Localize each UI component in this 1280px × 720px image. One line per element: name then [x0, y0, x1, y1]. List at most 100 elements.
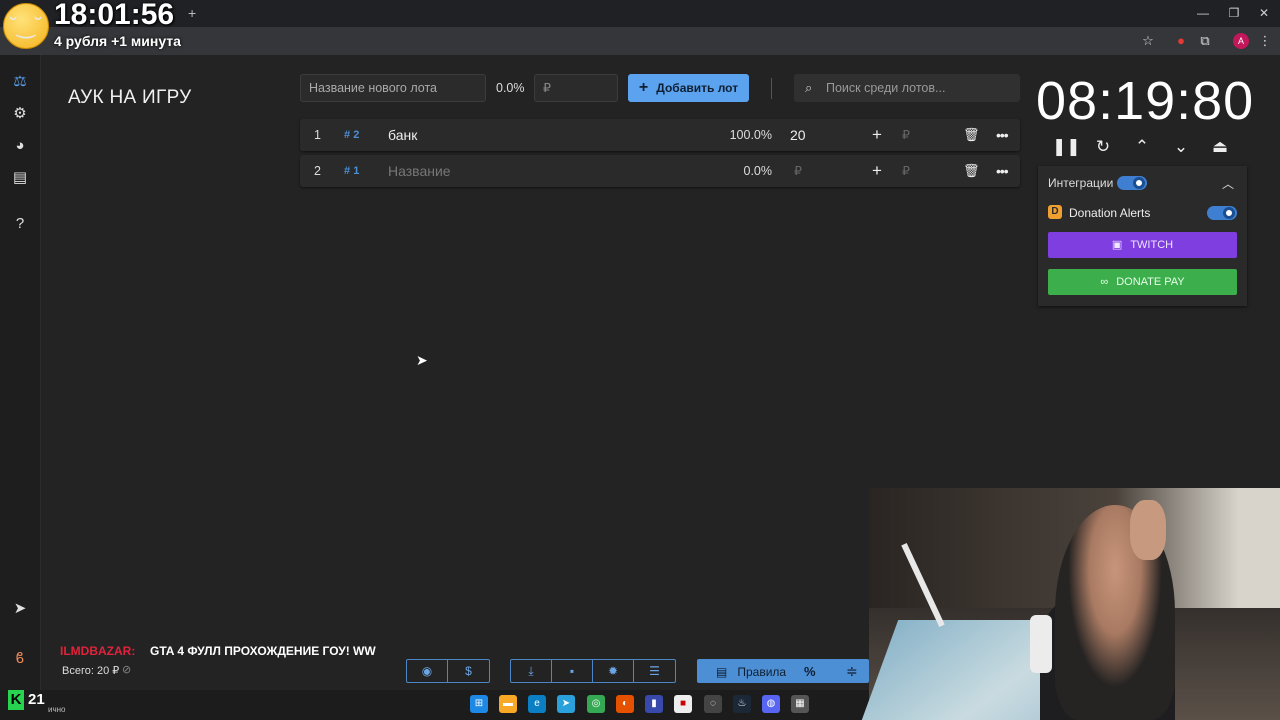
lot-search-input[interactable]: Поиск среди лотов... — [794, 74, 1020, 102]
extra-amount-input[interactable]: ₽ — [902, 155, 910, 187]
donation-alerts-icon: D — [1048, 205, 1062, 219]
donate-pay-label: DONATE PAY — [1116, 276, 1185, 288]
lot-name[interactable]: Название — [388, 155, 451, 187]
reset-icon[interactable]: ↻ — [1091, 137, 1115, 157]
stats-icon[interactable]: ▮ — [645, 695, 663, 713]
total-amount: Всего: 20 ₽ — [62, 665, 120, 677]
integrations-title: Интеграции — [1048, 176, 1114, 190]
obs-icon[interactable]: ◌ — [704, 695, 722, 713]
extensions-puzzle-icon[interactable]: ⧉ — [1196, 33, 1214, 49]
chrome-icon[interactable]: ◎ — [587, 695, 605, 713]
download-icon[interactable]: ⤓ — [511, 660, 552, 682]
calculator-icon[interactable]: ▦ — [791, 695, 809, 713]
extension-icon[interactable]: ● — [1172, 33, 1190, 49]
delete-icon[interactable]: 🗑 — [963, 155, 980, 187]
kick-logo: K — [8, 690, 24, 710]
bookmark-star-icon[interactable]: ☆ — [1139, 33, 1157, 49]
divider — [771, 78, 772, 99]
integrations-toggle[interactable] — [1117, 176, 1147, 190]
lot-row[interactable]: 1 # 2 банк 100.0% 20 + ₽ 🗑 ••• — [300, 119, 1020, 151]
edge-icon[interactable]: e — [528, 695, 546, 713]
restore-button[interactable]: ❐ — [1219, 4, 1249, 22]
overlay-subtitle: 4 рубля +1 минута — [54, 33, 181, 49]
boosty-icon[interactable]: ϐ — [8, 648, 32, 670]
collapse-chevron-icon[interactable]: ︿ — [1222, 175, 1234, 192]
percent-button[interactable]: % — [804, 664, 816, 679]
lot-amount: 20 — [790, 127, 806, 143]
donation-alerts-toggle[interactable] — [1207, 206, 1237, 220]
rules-label: ▤ Правила — [716, 665, 787, 679]
steam-icon[interactable]: ♨ — [733, 695, 751, 713]
search-icon: ⌕ — [805, 80, 813, 95]
new-lot-amount-input[interactable]: ₽ — [534, 74, 618, 102]
kick-subtext: ично — [48, 705, 66, 714]
minimize-button[interactable]: — — [1188, 4, 1218, 22]
file-explorer-icon[interactable]: ▬ — [499, 695, 517, 713]
donation-alerts-label: Donation Alerts — [1069, 206, 1151, 220]
recorder-icon[interactable]: ■ — [674, 695, 692, 713]
clear-list-icon[interactable]: ☰ — [634, 660, 675, 682]
decrease-time-icon[interactable]: ⌄ — [1169, 137, 1193, 157]
help-icon[interactable]: ? — [8, 213, 32, 235]
emoji-face-icon: ˘‿˘ — [3, 3, 49, 49]
lot-name[interactable]: банк — [388, 119, 417, 151]
mouse-cursor-icon: ➤ — [416, 352, 428, 368]
lot-percent: 100.0% — [729, 128, 772, 142]
pie-chart-icon[interactable]: ◕ — [8, 135, 32, 157]
browser-menu-icon[interactable]: ⋮ — [1256, 33, 1274, 49]
chat-message: GTA 4 ФУЛЛ ПРОХОЖДЕНИЕ ГОУ! WW — [150, 644, 376, 658]
eject-icon[interactable]: ⏏ — [1208, 137, 1232, 157]
dollar-icon[interactable]: $ — [448, 660, 489, 682]
twitch-button[interactable]: ▣ TWITCH — [1048, 232, 1237, 258]
hash-icon: # — [344, 129, 351, 141]
hide-eye-icon[interactable]: ⊘ — [122, 663, 131, 676]
file-actions-group: ⤓ ▪ ✹ ☰ — [510, 659, 676, 683]
twitch-icon: ▣ — [1111, 239, 1123, 251]
telegram-taskbar-icon[interactable]: ➤ — [557, 695, 575, 713]
bug-icon[interactable]: ✹ — [593, 660, 634, 682]
split-icon[interactable]: ≑ — [846, 663, 858, 680]
address-bar[interactable] — [0, 27, 1280, 55]
more-options-icon[interactable]: ••• — [996, 155, 1009, 187]
toggle-knob — [1223, 207, 1235, 219]
discord-icon[interactable]: ◍ — [762, 695, 780, 713]
webcam-hand — [1130, 500, 1166, 560]
more-options-icon[interactable]: ••• — [996, 119, 1009, 151]
add-amount-icon[interactable]: + — [872, 119, 882, 151]
add-lot-button[interactable]: + Добавить лот — [628, 74, 749, 102]
donate-pay-button[interactable]: ∞ DONATE PAY — [1048, 269, 1237, 295]
twitch-label: TWITCH — [1130, 239, 1174, 251]
close-window-button[interactable]: ✕ — [1249, 4, 1279, 22]
add-amount-icon[interactable]: + — [872, 155, 882, 187]
increase-time-icon[interactable]: ⌃ — [1130, 137, 1154, 157]
pause-icon[interactable]: ❚❚ — [1052, 137, 1081, 157]
github-icon[interactable]: ◉ — [407, 660, 448, 682]
chat-username: ILMDBAZAR: — [60, 644, 136, 658]
viewer-count: 21 — [28, 691, 45, 708]
settings-gear-icon[interactable]: ⚙ — [8, 103, 32, 125]
extra-amount-input[interactable]: ₽ — [902, 119, 910, 151]
add-lot-label: Добавить лот — [656, 81, 739, 95]
links-group: ◉ $ — [406, 659, 490, 683]
webcam-microphone — [1030, 615, 1052, 673]
donate-pay-icon: ∞ — [1100, 276, 1109, 288]
lot-index: 2 — [314, 164, 321, 178]
telegram-icon[interactable]: ➤ — [8, 598, 32, 620]
new-tab-button[interactable]: + — [188, 5, 196, 21]
new-lot-name-input[interactable]: Название нового лота — [300, 74, 486, 102]
plus-icon: + — [638, 79, 649, 96]
lot-amount[interactable]: ₽ — [794, 155, 802, 187]
app-icon[interactable]: ◐ — [616, 695, 634, 713]
windows-start-icon[interactable]: ⊞ — [470, 695, 488, 713]
hash-icon: # — [344, 165, 351, 177]
gavel-icon[interactable]: ⚖ — [8, 71, 32, 93]
rules-icon: ▤ — [716, 665, 728, 679]
new-lot-percent: 0.0% — [496, 81, 525, 95]
profile-avatar[interactable]: A — [1233, 33, 1249, 49]
delete-icon[interactable]: 🗑 — [963, 119, 980, 151]
lot-row[interactable]: 2 # 1 Название 0.0% ₽ + ₽ 🗑 ••• — [300, 155, 1020, 187]
save-icon[interactable]: ▪ — [552, 660, 593, 682]
page-title: АУК НА ИГРУ — [68, 87, 192, 108]
clipboard-icon[interactable]: ▤ — [8, 167, 32, 189]
lot-percent: 0.0% — [743, 164, 773, 178]
